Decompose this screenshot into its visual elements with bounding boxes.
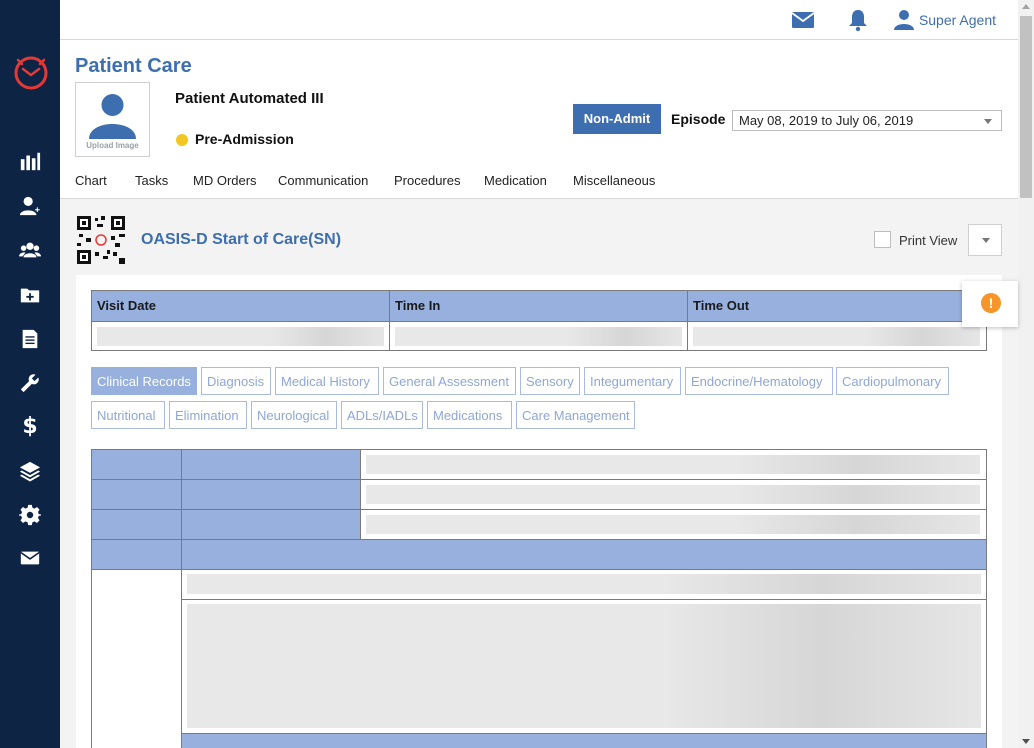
- patient-status: Pre-Admission: [195, 131, 294, 147]
- section-tab-care-management[interactable]: Care Management: [516, 401, 635, 429]
- non-admit-button[interactable]: Non-Admit: [573, 104, 661, 134]
- redacted-value: [395, 327, 682, 346]
- bell-icon[interactable]: [846, 8, 870, 32]
- time-out-header: Time Out: [688, 291, 986, 321]
- table-cell: [182, 510, 361, 540]
- text-area-row[interactable]: [182, 600, 986, 734]
- section-tab-adls-iadls[interactable]: ADLs/IADLs: [341, 401, 423, 429]
- tab-procedures[interactable]: Procedures: [394, 173, 460, 188]
- section-tab-sensory[interactable]: Sensory: [520, 367, 580, 395]
- form-title: OASIS-D Start of Care(SN): [141, 231, 342, 248]
- section-tab-medical-history[interactable]: Medical History: [275, 367, 379, 395]
- dollar-glyph: $: [22, 413, 38, 439]
- redacted-value: [693, 327, 980, 346]
- table-row[interactable]: [361, 510, 986, 540]
- top-bar: Super Agent: [60, 0, 1018, 40]
- scroll-thumb[interactable]: [1020, 16, 1032, 198]
- section-tab-nutritional[interactable]: Nutritional: [91, 401, 165, 429]
- episode-select[interactable]: May 08, 2019 to July 06, 2019: [732, 110, 1002, 131]
- redacted-value: [366, 485, 980, 504]
- table-cell: [182, 480, 361, 510]
- folder-add-icon[interactable]: [18, 283, 42, 307]
- section-tab-general-assessment[interactable]: General Assessment: [383, 367, 516, 395]
- tab-medication[interactable]: Medication: [484, 173, 547, 188]
- layers-icon[interactable]: [18, 459, 42, 483]
- tab-tasks[interactable]: Tasks: [135, 173, 168, 188]
- visit-table: Visit Date Time In Time Out: [91, 290, 987, 351]
- section-tab-clinical-records[interactable]: Clinical Records: [91, 367, 197, 395]
- section-tab-endocrine-hematology[interactable]: Endocrine/Hematology: [685, 367, 833, 395]
- patient-name: Patient Automated III: [175, 90, 324, 107]
- table-cell: [92, 570, 182, 748]
- status-dot-icon: [176, 134, 188, 146]
- scrollbar[interactable]: [1018, 0, 1034, 748]
- redacted-value: [187, 604, 981, 728]
- print-view-label: Print View: [899, 233, 958, 248]
- tab-md-orders[interactable]: MD Orders: [193, 173, 257, 188]
- redacted-value: [187, 574, 981, 594]
- redacted-value: [366, 455, 980, 474]
- qr-code-icon[interactable]: [77, 216, 125, 264]
- mail-icon[interactable]: [18, 546, 42, 570]
- tab-miscellaneous[interactable]: Miscellaneous: [573, 173, 655, 188]
- chart-bar-icon[interactable]: [18, 149, 42, 173]
- table-cell: [92, 450, 182, 480]
- section-header-row: [182, 734, 986, 748]
- redacted-value: [97, 327, 384, 346]
- tab-communication[interactable]: Communication: [278, 173, 368, 188]
- section-tab-medications[interactable]: Medications: [427, 401, 512, 429]
- user-name[interactable]: Super Agent: [919, 12, 996, 28]
- time-in-header: Time In: [390, 291, 688, 321]
- user-icon[interactable]: [892, 8, 916, 32]
- time-in-field[interactable]: [390, 321, 688, 350]
- scroll-up-arrow-icon[interactable]: [1022, 4, 1030, 9]
- mail-icon[interactable]: [791, 8, 815, 32]
- visit-date-field[interactable]: [92, 321, 390, 350]
- time-out-field[interactable]: [688, 321, 986, 350]
- table-cell: [92, 510, 182, 540]
- table-cell: [182, 450, 361, 480]
- upload-image-label: Upload Image: [86, 141, 139, 150]
- table-row[interactable]: [361, 480, 986, 510]
- tab-chart[interactable]: Chart: [75, 173, 107, 188]
- wrench-icon[interactable]: [18, 371, 42, 395]
- alert-panel[interactable]: !: [962, 281, 1018, 327]
- table-row[interactable]: [361, 450, 986, 480]
- redacted-value: [366, 515, 980, 534]
- avatar-placeholder-icon: [89, 94, 136, 139]
- section-tab-integumentary[interactable]: Integumentary: [584, 367, 681, 395]
- app-logo[interactable]: [13, 55, 49, 91]
- add-user-icon[interactable]: [18, 194, 42, 218]
- gear-icon[interactable]: [18, 503, 42, 527]
- table-row[interactable]: [182, 570, 986, 600]
- table-cell: [92, 480, 182, 510]
- section-tab-cardiopulmonary[interactable]: Cardiopulmonary: [836, 367, 949, 395]
- episode-value: May 08, 2019 to July 06, 2019: [739, 113, 914, 128]
- dollar-icon[interactable]: $: [18, 413, 42, 439]
- page-title: Patient Care: [75, 55, 192, 77]
- section-header-row: [182, 540, 986, 570]
- document-icon[interactable]: [18, 327, 42, 351]
- sidebar: $: [0, 0, 60, 748]
- clinical-records-table: [91, 449, 987, 748]
- visit-date-header: Visit Date: [92, 291, 390, 321]
- print-options-dropdown[interactable]: [968, 224, 1002, 256]
- print-view-checkbox[interactable]: [874, 231, 891, 248]
- section-tab-neurological[interactable]: Neurological: [251, 401, 337, 429]
- table-cell: [92, 540, 182, 570]
- chevron-down-icon: [984, 119, 992, 124]
- episode-label: Episode: [671, 111, 726, 127]
- avatar-upload[interactable]: Upload Image: [75, 82, 150, 157]
- warning-icon: !: [981, 293, 1001, 313]
- chevron-down-icon: [982, 238, 990, 243]
- section-tab-diagnosis[interactable]: Diagnosis: [201, 367, 271, 395]
- users-icon[interactable]: [18, 238, 42, 262]
- scroll-down-arrow-icon[interactable]: [1022, 739, 1030, 744]
- section-tab-elimination[interactable]: Elimination: [169, 401, 247, 429]
